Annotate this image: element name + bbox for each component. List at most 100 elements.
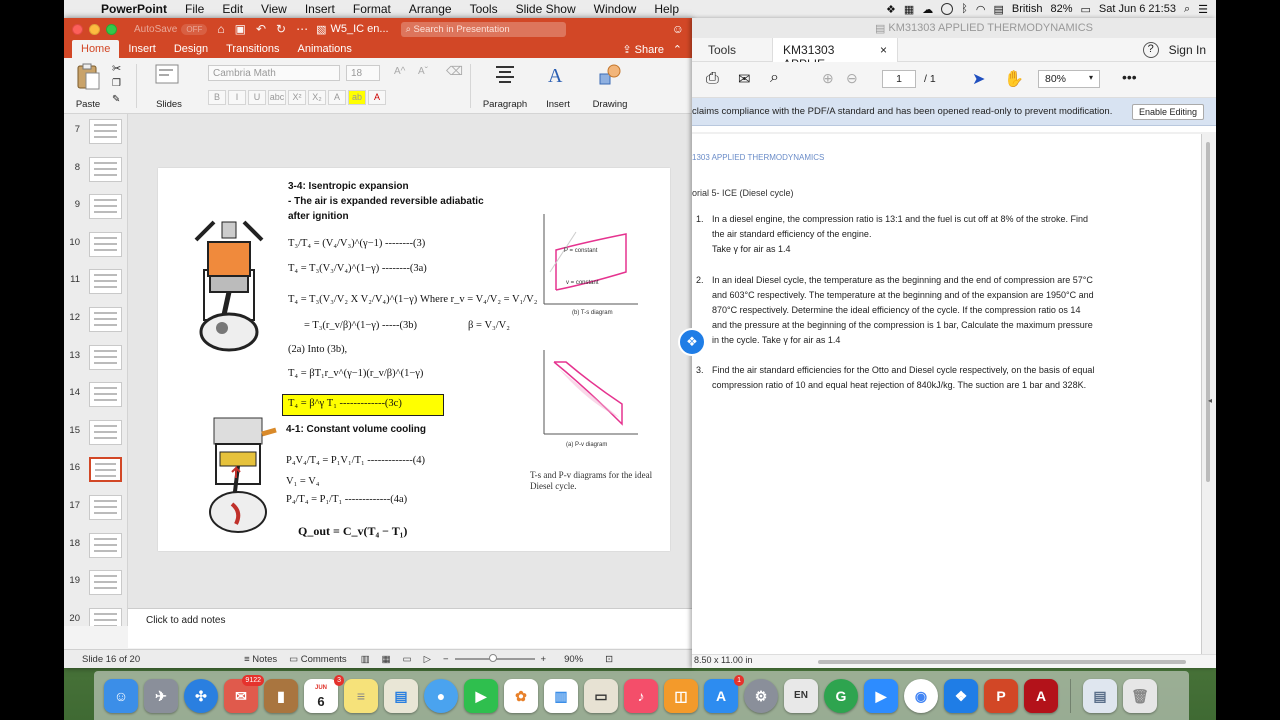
select-cursor-icon[interactable]: ➤	[972, 69, 985, 89]
dropbox-floating-icon[interactable]: ❖	[678, 328, 706, 356]
slide-thumbnail[interactable]	[89, 306, 122, 332]
notes-button[interactable]: ≡ Notes	[244, 654, 277, 665]
email-icon[interactable]: ✉	[738, 70, 751, 88]
menu-file[interactable]: File	[176, 2, 213, 16]
powerpoint-icon[interactable]: P	[984, 678, 1018, 713]
slide-thumbnail[interactable]	[89, 382, 122, 408]
clock[interactable]: Sat Jun 6 21:53	[1099, 3, 1176, 15]
slide-thumbnail[interactable]	[89, 457, 122, 483]
redo-icon[interactable]: ↻	[276, 22, 286, 36]
slide-thumbnail-row[interactable]: 15	[64, 415, 127, 453]
fit-to-window-icon[interactable]: ⊡	[605, 654, 613, 665]
slide-thumbnail-row[interactable]: 9	[64, 189, 127, 227]
tab-animations[interactable]: Animations	[289, 40, 361, 58]
slide-thumbnail-row[interactable]: 7	[64, 114, 127, 152]
help-icon[interactable]: ?	[1142, 41, 1159, 58]
zoom-window-button[interactable]	[106, 23, 117, 35]
calendar-icon[interactable]: JUN 6 3	[304, 674, 344, 713]
facetime-icon[interactable]: ▶	[464, 678, 498, 713]
slide-thumbnail[interactable]	[89, 570, 122, 596]
battery-icon[interactable]: ▭	[1080, 3, 1090, 16]
print-icon[interactable]: ⎙	[706, 70, 719, 88]
subscript-button[interactable]: X₂	[308, 90, 326, 105]
sync-icon[interactable]	[941, 3, 954, 15]
slide-thumbnail-row[interactable]: 13	[64, 340, 127, 378]
notes-app-icon[interactable]: ≡	[344, 678, 378, 713]
cut-icon[interactable]: ✂	[112, 62, 121, 75]
slide-sorter-icon[interactable]: ▦	[382, 654, 391, 665]
slide-thumbnail-row[interactable]: 20	[64, 603, 127, 626]
menu-arrange[interactable]: Arrange	[400, 2, 461, 16]
tab-home[interactable]: Home	[72, 40, 120, 58]
slide-thumbnail-row[interactable]: 8	[64, 152, 127, 190]
toolbox-icon[interactable]: ▦	[904, 3, 914, 16]
battery-percent[interactable]: 82%	[1050, 3, 1072, 15]
more-icon[interactable]: ⋯	[296, 22, 308, 36]
pdf-page[interactable]: 1303 APPLIED THERMODYNAMICS orial 5- ICE…	[692, 134, 1202, 654]
sign-in-button[interactable]: Sign In	[1169, 43, 1206, 57]
slide-thumbnail-row[interactable]: 19	[64, 565, 127, 603]
undo-icon[interactable]: ↶	[256, 22, 266, 36]
numbers-icon[interactable]: ▥	[544, 678, 578, 713]
grammarly-icon[interactable]: G	[824, 678, 858, 713]
zoom-select[interactable]: 80% ▾	[1038, 70, 1100, 88]
input-source-icon[interactable]: EN	[784, 678, 818, 713]
system-preferences-icon[interactable]: ⚙	[744, 678, 778, 713]
slide-thumbnail[interactable]	[89, 269, 122, 295]
zoom-slider[interactable]	[454, 654, 535, 662]
comments-button[interactable]: ▭ Comments	[289, 654, 347, 665]
bluetooth-icon[interactable]: ᛒ	[961, 3, 968, 15]
strikethrough-button[interactable]: abc	[268, 90, 286, 105]
italic-button[interactable]: I	[228, 90, 246, 105]
document-tab[interactable]: KM31303 APPLIE... ×	[772, 37, 899, 71]
font-color-icon[interactable]: A	[368, 90, 386, 105]
slide-canvas[interactable]: 3-4: Isentropic expansion - The air is e…	[158, 168, 670, 551]
slide-thumbnail-row[interactable]: 17	[64, 490, 127, 528]
launchpad-icon[interactable]: ✈	[144, 678, 178, 713]
menu-slide-show[interactable]: Slide Show	[507, 2, 585, 16]
slide-thumbnail[interactable]	[89, 532, 122, 558]
dropbox-icon[interactable]: ❖	[944, 678, 978, 713]
menu-app-name[interactable]: PowerPoint	[92, 2, 176, 16]
save-icon[interactable]: ▣	[235, 22, 246, 36]
notes-area[interactable]: Click to add notes	[128, 608, 692, 648]
underline-button[interactable]: U	[248, 90, 266, 105]
more-tools-icon[interactable]: •••	[1122, 69, 1137, 85]
menu-format[interactable]: Format	[344, 2, 400, 16]
cloud-icon[interactable]: ☁	[922, 3, 933, 16]
zoom-out-icon[interactable]: −	[443, 654, 449, 665]
music-icon[interactable]: ♪	[624, 678, 658, 713]
menu-view[interactable]: View	[252, 2, 296, 16]
menu-tools[interactable]: Tools	[461, 2, 507, 16]
slide-thumbnail[interactable]	[89, 419, 122, 445]
finder-icon[interactable]: ☺	[104, 678, 138, 713]
flag-icon[interactable]: ▤	[993, 3, 1003, 16]
slide-thumbnail[interactable]	[89, 156, 122, 182]
slideshow-icon[interactable]: ▷	[424, 654, 431, 665]
slide-thumbnail[interactable]	[89, 494, 122, 520]
enable-editing-button[interactable]: Enable Editing	[1131, 103, 1204, 120]
photos-app-icon[interactable]: ✉ 9122	[224, 674, 264, 713]
close-tab-icon[interactable]: ×	[880, 43, 887, 57]
slide-thumbnail-row[interactable]: 16	[64, 452, 127, 490]
drawing-button[interactable]: Drawing	[588, 62, 632, 110]
zoom-slider-thumb[interactable]	[488, 654, 497, 662]
font-size-select[interactable]: 18	[346, 65, 380, 81]
dropbox-status-icon[interactable]: ❖	[886, 3, 896, 16]
books-icon[interactable]: ◫	[664, 678, 698, 713]
next-page-icon[interactable]: ⊖	[846, 70, 858, 87]
autosave-toggle[interactable]: AutoSave OFF	[134, 23, 208, 35]
keynote-icon[interactable]: ▭	[584, 678, 618, 713]
share-button[interactable]: ⇪ Share	[622, 43, 664, 56]
reading-view-icon[interactable]: ▭	[403, 654, 412, 665]
slide-thumbnail[interactable]	[89, 607, 122, 626]
paste-button[interactable]: Paste	[70, 62, 106, 110]
notification-center-icon[interactable]: ☰	[1198, 3, 1208, 16]
copy-icon[interactable]: ❐	[112, 78, 121, 89]
slide-thumbnail-row[interactable]: 12	[64, 302, 127, 340]
highlight-icon[interactable]: ab	[348, 90, 366, 105]
close-window-button[interactable]	[72, 23, 83, 35]
photos-icon[interactable]: ✿	[504, 678, 538, 713]
superscript-button[interactable]: X²	[288, 90, 306, 105]
collapse-ribbon-icon[interactable]: ⌃	[673, 43, 682, 56]
